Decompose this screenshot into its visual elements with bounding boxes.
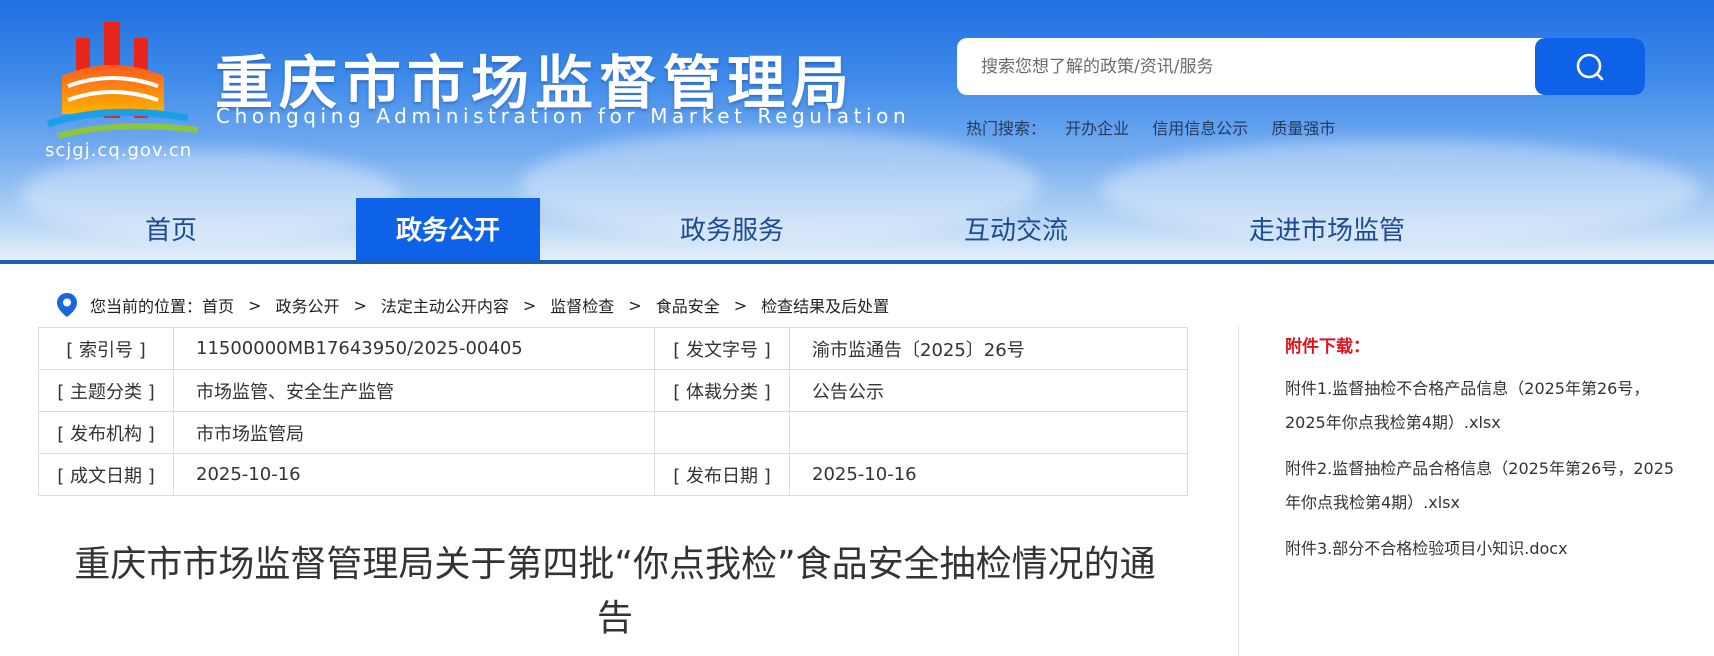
table-row: [ 索引号 ] 11500000MB17643950/2025-00405 [ …: [38, 327, 1188, 370]
written-date-value: 2025-10-16: [173, 453, 655, 496]
breadcrumb-item[interactable]: 政务公开: [275, 293, 339, 317]
index-label: [ 索引号 ]: [38, 327, 174, 370]
nav-item-home[interactable]: 首页: [108, 198, 234, 262]
topic-value: 市场监管、安全生产监管: [173, 369, 655, 412]
empty-cell: [789, 411, 1188, 454]
org-value: 市市场监管局: [173, 411, 655, 454]
search-input[interactable]: [957, 38, 1517, 95]
hot-search-label: 热门搜索：: [966, 119, 1047, 138]
attachments-heading: 附件下载：: [1285, 337, 1370, 357]
breadcrumb-separator: >: [353, 295, 367, 315]
table-row: [ 主题分类 ] 市场监管、安全生产监管 [ 体裁分类 ] 公告公示: [38, 369, 1188, 412]
breadcrumb-item[interactable]: 首页: [202, 293, 234, 317]
site-domain: scjgj.cq.gov.cn: [45, 140, 193, 161]
site-header: scjgj.cq.gov.cn 重庆市市场监督管理局 Chongqing Adm…: [0, 0, 1714, 262]
search-bar: [957, 38, 1645, 95]
index-value: 11500000MB17643950/2025-00405: [173, 327, 655, 370]
column-divider: [1238, 326, 1239, 656]
doc-number-value: 渝市监通告〔2025〕26号: [789, 327, 1188, 370]
publish-date-label: [ 发布日期 ]: [654, 453, 790, 496]
document-title: 重庆市市场监督管理局关于第四批“你点我检”食品安全抽检情况的通告: [74, 544, 1156, 639]
location-pin-icon: [57, 293, 77, 317]
empty-cell: [654, 411, 790, 454]
breadcrumb-separator: >: [733, 295, 748, 315]
org-label: [ 发布机构 ]: [38, 411, 174, 454]
breadcrumb-item[interactable]: 监督检查: [550, 293, 614, 317]
hot-search-term[interactable]: 开办企业: [1065, 119, 1129, 138]
table-row: [ 成文日期 ] 2025-10-16 [ 发布日期 ] 2025-10-16: [38, 453, 1188, 496]
search-button[interactable]: [1535, 38, 1645, 95]
publish-date-value: 2025-10-16: [789, 453, 1188, 496]
breadcrumb-item[interactable]: 法定主动公开内容: [381, 293, 509, 317]
document-meta-table: [ 索引号 ] 11500000MB17643950/2025-00405 [ …: [38, 327, 1188, 496]
nav-item-interaction[interactable]: 互动交流: [944, 198, 1088, 262]
attachment-link[interactable]: 附件3.部分不合格检验项目小知识.docx: [1285, 532, 1685, 566]
site-subtitle: Chongqing Administration for Market Regu…: [216, 104, 911, 128]
hot-search-term[interactable]: 信用信息公示: [1152, 119, 1248, 138]
breadcrumb-item[interactable]: 食品安全: [656, 293, 720, 317]
topic-label: [ 主题分类 ]: [38, 369, 174, 412]
nav-item-gov-affairs-open[interactable]: 政务公开: [356, 198, 540, 262]
hot-search-term[interactable]: 质量强市: [1271, 119, 1335, 138]
table-row: [ 发布机构 ] 市市场监管局: [38, 411, 1188, 454]
doc-number-label: [ 发文字号 ]: [654, 327, 790, 370]
nav-divider: [0, 260, 1714, 264]
breadcrumb-separator: >: [628, 295, 642, 315]
search-icon: [1576, 53, 1604, 80]
hot-search: 热门搜索： 开办企业 信用信息公示 质量强市: [966, 115, 1353, 139]
breadcrumb-separator: >: [248, 295, 262, 315]
genre-value: 公告公示: [789, 369, 1188, 412]
attachment-list: 附件1.监督抽检不合格产品信息（2025年第26号，2025年你点我检第4期）.…: [1285, 372, 1685, 578]
written-date-label: [ 成文日期 ]: [38, 453, 174, 496]
breadcrumb: 您当前的位置： 首页 > 政务公开 > 法定主动公开内容 > 监督检查 > 食品…: [56, 290, 889, 320]
attachment-link[interactable]: 附件2.监督抽检产品合格信息（2025年第26号，2025年你点我检第4期）.x…: [1285, 452, 1685, 520]
nav-item-about[interactable]: 走进市场监管: [1232, 198, 1422, 262]
breadcrumb-item[interactable]: 检查结果及后处置: [761, 293, 889, 317]
nav-item-gov-services[interactable]: 政务服务: [660, 198, 804, 262]
main-nav: 首页 政务公开 政务服务 互动交流 走进市场监管: [0, 198, 1714, 262]
genre-label: [ 体裁分类 ]: [654, 369, 790, 412]
attachment-link[interactable]: 附件1.监督抽检不合格产品信息（2025年第26号，2025年你点我检第4期）.…: [1285, 372, 1685, 440]
breadcrumb-separator: >: [522, 295, 537, 315]
breadcrumb-prefix: 您当前的位置：: [90, 297, 203, 316]
